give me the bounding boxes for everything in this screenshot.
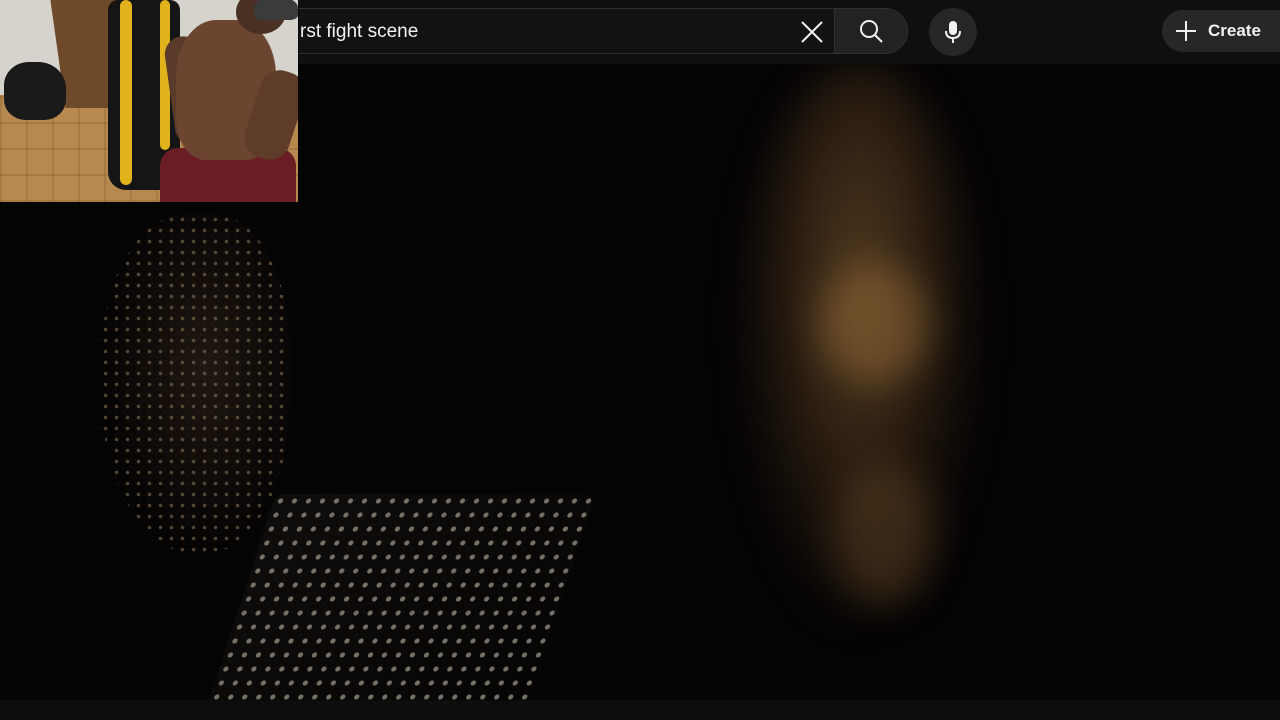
screen: rst fight scene Create	[0, 0, 1280, 720]
create-button[interactable]: Create	[1162, 10, 1280, 52]
backpack	[4, 62, 66, 120]
search-icon	[860, 20, 883, 43]
person-cap	[254, 0, 298, 20]
close-icon	[801, 21, 823, 43]
microphone-icon	[945, 21, 961, 43]
webcam-overlay	[0, 0, 298, 202]
blurred-fingertip	[820, 264, 930, 384]
search-button[interactable]	[834, 8, 908, 54]
bottom-strip	[0, 700, 1280, 720]
create-label: Create	[1208, 21, 1261, 40]
voice-search-button[interactable]	[929, 8, 977, 56]
plus-icon	[1176, 21, 1196, 41]
clear-search-button[interactable]	[792, 12, 832, 52]
character-face	[100, 214, 290, 554]
blurred-knuckle	[835, 464, 935, 604]
chair-stripe	[120, 0, 132, 185]
search-input[interactable]: rst fight scene	[300, 20, 418, 44]
mesh-cloth	[204, 494, 596, 700]
